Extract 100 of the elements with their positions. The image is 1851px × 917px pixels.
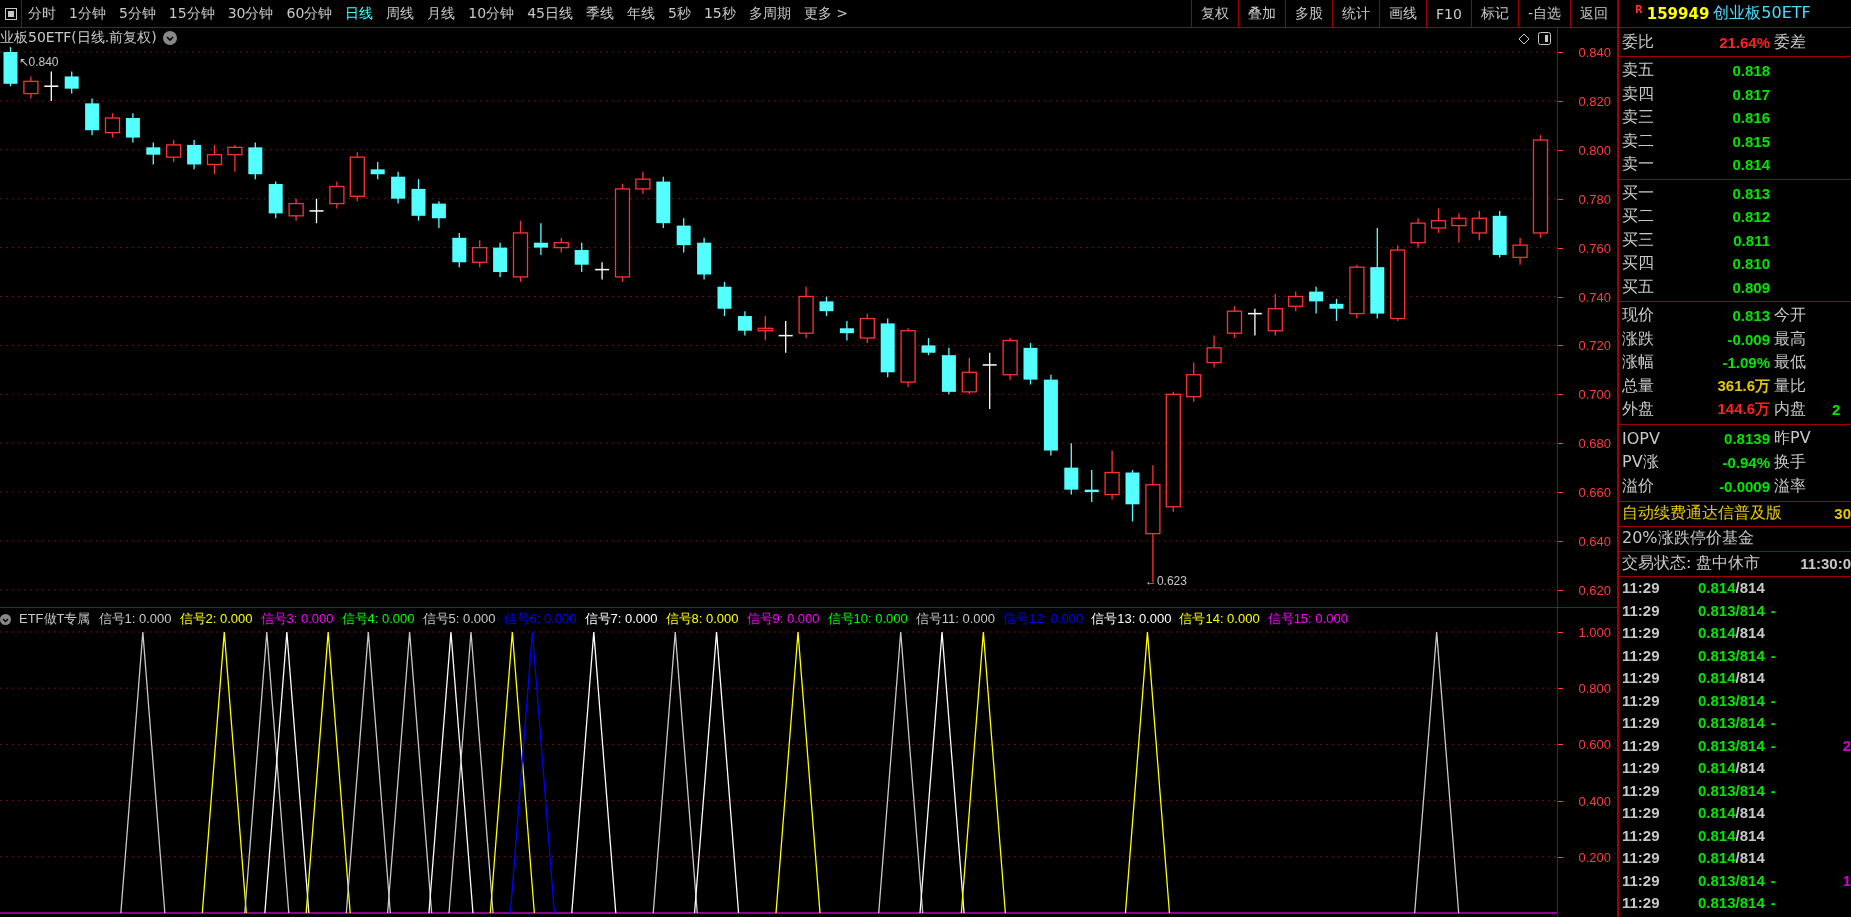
axis-label: 0.820 xyxy=(1578,93,1611,109)
diamond-icon[interactable] xyxy=(1518,32,1530,45)
tick-direction: - xyxy=(1770,714,1776,732)
panel-icon[interactable] xyxy=(1538,32,1551,45)
period-tab[interactable]: 15秒 xyxy=(703,4,736,23)
tick-price: 0.813 xyxy=(1698,894,1736,912)
tick-time: 11:29 xyxy=(1622,669,1661,687)
tick-direction: - xyxy=(1770,691,1776,709)
period-tab[interactable]: 45日线 xyxy=(527,4,573,23)
toolbar-button[interactable]: F10 xyxy=(1426,0,1471,27)
quote-value: 0.813 xyxy=(1731,307,1770,325)
toolbar-button[interactable]: 复权 xyxy=(1191,0,1239,27)
order-price: 0.818 xyxy=(1731,62,1770,80)
signal-value: 信号11: 0.000 xyxy=(915,610,995,628)
tick-direction: - xyxy=(1770,894,1776,912)
tick-volume: /814 xyxy=(1735,579,1765,597)
period-tab[interactable]: 年线 xyxy=(627,4,655,23)
tick-volume: /814 xyxy=(1735,826,1765,844)
period-tab[interactable]: 5秒 xyxy=(668,4,691,23)
quote-label: 昨PV xyxy=(1773,428,1812,449)
period-tab[interactable]: 更多 > xyxy=(803,4,848,23)
order-price: 0.811 xyxy=(1732,231,1770,249)
tick-time: 11:29 xyxy=(1622,624,1661,642)
order-price: 0.813 xyxy=(1731,184,1770,202)
axis-label: 0.840 xyxy=(1578,44,1611,60)
axis-label: 1.000 xyxy=(1578,624,1611,640)
period-tab[interactable]: 30分钟 xyxy=(227,4,274,23)
tick-price: 0.813 xyxy=(1698,691,1736,709)
tick-direction: - xyxy=(1770,601,1776,619)
toolbar-button[interactable]: 标记 xyxy=(1470,0,1518,27)
toolbar-button[interactable]: -自选 xyxy=(1517,0,1570,27)
order-label: 卖三 xyxy=(1622,107,1655,129)
tick-price: 0.814 xyxy=(1698,579,1736,597)
quote-label: 溢率 xyxy=(1773,476,1807,497)
fund-type: 20%涨跌停价基金 xyxy=(1622,528,1754,549)
axis-label: 0.700 xyxy=(1578,386,1611,402)
window-icon[interactable] xyxy=(4,7,17,20)
tick-price: 0.813 xyxy=(1698,736,1736,754)
period-tab[interactable]: 15分钟 xyxy=(168,4,215,23)
period-tab[interactable]: 5分钟 xyxy=(118,4,156,23)
quote-value: 361.6万 xyxy=(1716,376,1770,396)
period-tab[interactable]: 多周期 xyxy=(748,4,791,23)
quote-label: 内盘 xyxy=(1773,399,1807,421)
tick-time: 11:29 xyxy=(1622,871,1661,889)
toolbar-button[interactable]: 画线 xyxy=(1379,0,1427,27)
toolbar-button[interactable]: 叠加 xyxy=(1238,0,1286,27)
quote-label: 溢价 xyxy=(1622,476,1655,497)
tick-count: 2 xyxy=(1842,736,1851,754)
tick-time: 11:29 xyxy=(1622,714,1661,732)
price-marker: ↖0.840 xyxy=(18,55,59,70)
quote-label: 今开 xyxy=(1773,305,1807,327)
toolbar-button[interactable]: 返回 xyxy=(1570,0,1617,27)
quote-label: 涨跌 xyxy=(1622,328,1655,350)
signal-value: 信号12: 0.000 xyxy=(1003,610,1084,628)
axis-label: 0.660 xyxy=(1578,484,1611,500)
tick-volume: /814 xyxy=(1735,624,1765,642)
axis-label: 0.740 xyxy=(1578,289,1611,304)
order-label: 买二 xyxy=(1622,206,1655,228)
tick-time: 11:29 xyxy=(1622,601,1661,619)
tick-volume: /814 xyxy=(1735,646,1765,664)
trade-status: 交易状态: 盘中休市 xyxy=(1622,553,1761,574)
period-tab[interactable]: 1分钟 xyxy=(69,4,106,23)
axis-label: 0.640 xyxy=(1578,533,1611,549)
period-tab[interactable]: 60分钟 xyxy=(286,4,333,23)
tick-volume: /814 xyxy=(1735,781,1765,799)
chart-title: 业板50ETF(日线.前复权) xyxy=(0,29,157,47)
tick-direction: - xyxy=(1770,646,1776,664)
signal-value: 信号10: 0.000 xyxy=(827,610,908,628)
tick-time: 11:29 xyxy=(1622,781,1661,799)
order-label: 卖四 xyxy=(1622,83,1655,105)
tick-direction: - xyxy=(1770,871,1776,889)
tick-volume: /814 xyxy=(1735,849,1765,867)
period-tab[interactable]: 分时 xyxy=(28,4,56,23)
tick-time: 11:29 xyxy=(1622,579,1661,597)
order-label: 卖五 xyxy=(1622,60,1655,82)
period-tab[interactable]: 日线 xyxy=(345,4,374,23)
order-price: 0.815 xyxy=(1731,132,1770,150)
toolbar-button[interactable]: 多股 xyxy=(1285,0,1333,27)
quote-label: 换手 xyxy=(1773,452,1807,473)
toolbar-button[interactable]: 统计 xyxy=(1332,0,1380,27)
tick-time: 11:29 xyxy=(1622,804,1661,822)
signal-value: 信号14: 0.000 xyxy=(1179,610,1260,628)
period-tab[interactable]: 季线 xyxy=(586,4,614,23)
quote-label: 外盘 xyxy=(1622,399,1655,421)
tick-volume: /814 xyxy=(1735,669,1765,687)
dropdown-icon[interactable] xyxy=(162,31,177,45)
axis-label: 0.760 xyxy=(1578,240,1611,256)
period-tab[interactable]: 月线 xyxy=(427,4,456,23)
quote-label: 涨幅 xyxy=(1622,352,1655,374)
tick-time: 11:29 xyxy=(1622,894,1661,912)
tick-price: 0.814 xyxy=(1698,849,1736,867)
notice-text[interactable]: 自动续费通达信普及版 xyxy=(1622,503,1782,524)
period-tab[interactable]: 周线 xyxy=(386,4,415,23)
tick-price: 0.813 xyxy=(1698,781,1736,799)
axis-label: 0.400 xyxy=(1578,793,1611,809)
period-tab[interactable]: 10分钟 xyxy=(468,4,515,23)
order-label: 卖二 xyxy=(1622,130,1655,152)
order-label: 买五 xyxy=(1622,276,1655,298)
quote-label: IOPV xyxy=(1622,429,1661,448)
tick-time: 11:29 xyxy=(1622,691,1661,709)
